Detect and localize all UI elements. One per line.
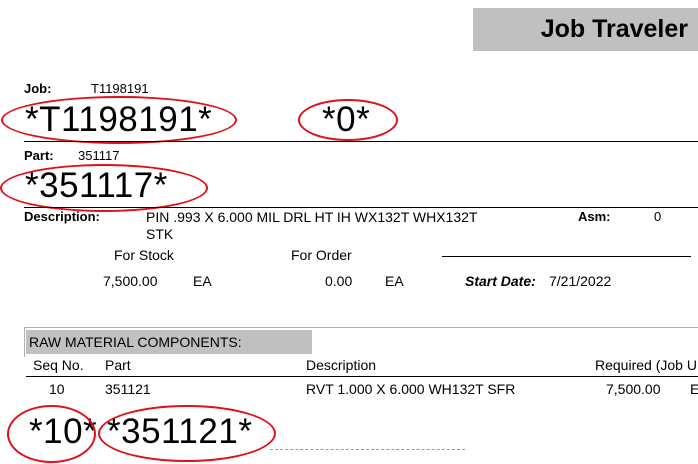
divider-job <box>24 141 698 142</box>
col-description: Description <box>306 357 377 373</box>
start-date-label: Start Date: <box>465 273 536 289</box>
section-border-left <box>24 327 25 357</box>
job-label: Job: <box>24 81 52 96</box>
table-header-divider <box>26 376 698 377</box>
annotation-circle-component <box>98 405 276 462</box>
section-title: RAW MATERIAL COMPONENTS: <box>29 334 242 350</box>
annotation-circle-seq <box>7 405 96 463</box>
part-value: 351117 <box>78 148 120 163</box>
start-date-value: 7/21/2022 <box>549 273 612 289</box>
row-required: 7,500.00 <box>606 381 661 397</box>
order-qty: 0.00 <box>325 273 353 289</box>
dashed-line <box>270 449 465 450</box>
section-border-top <box>24 327 698 328</box>
description-line2: STK <box>146 226 174 242</box>
description-label: Description: <box>24 209 100 224</box>
row-seq: 10 <box>49 381 65 397</box>
annotation-circle-part <box>0 164 208 212</box>
title-bar: Job Traveler <box>473 8 698 51</box>
page-title: Job Traveler <box>540 15 688 43</box>
for-order-label: For Order <box>291 247 352 263</box>
row-description: RVT 1.000 X 6.000 WH132T SFR <box>306 381 516 397</box>
row-uom: E <box>690 381 698 397</box>
annotation-circle-job <box>1 96 237 144</box>
stock-qty: 7,500.00 <box>103 273 158 289</box>
description-line1: PIN .993 X 6.000 MIL DRL HT IH WX132T WH… <box>146 209 478 225</box>
order-uom: EA <box>385 273 404 289</box>
col-part: Part <box>105 357 131 373</box>
asm-value: 0 <box>654 209 662 224</box>
annotation-circle-asm <box>298 99 398 141</box>
for-stock-label: For Stock <box>114 247 174 263</box>
divider-part <box>24 207 698 208</box>
col-seq: Seq No. <box>33 357 84 373</box>
stock-uom: EA <box>193 273 212 289</box>
row-part: 351121 <box>105 381 151 397</box>
col-required: Required (Job U <box>595 357 697 373</box>
job-value: T1198191 <box>91 81 149 96</box>
part-label: Part: <box>24 148 54 163</box>
asm-label: Asm: <box>578 209 611 224</box>
section-header: RAW MATERIAL COMPONENTS: <box>26 330 312 354</box>
divider-start <box>442 256 691 257</box>
